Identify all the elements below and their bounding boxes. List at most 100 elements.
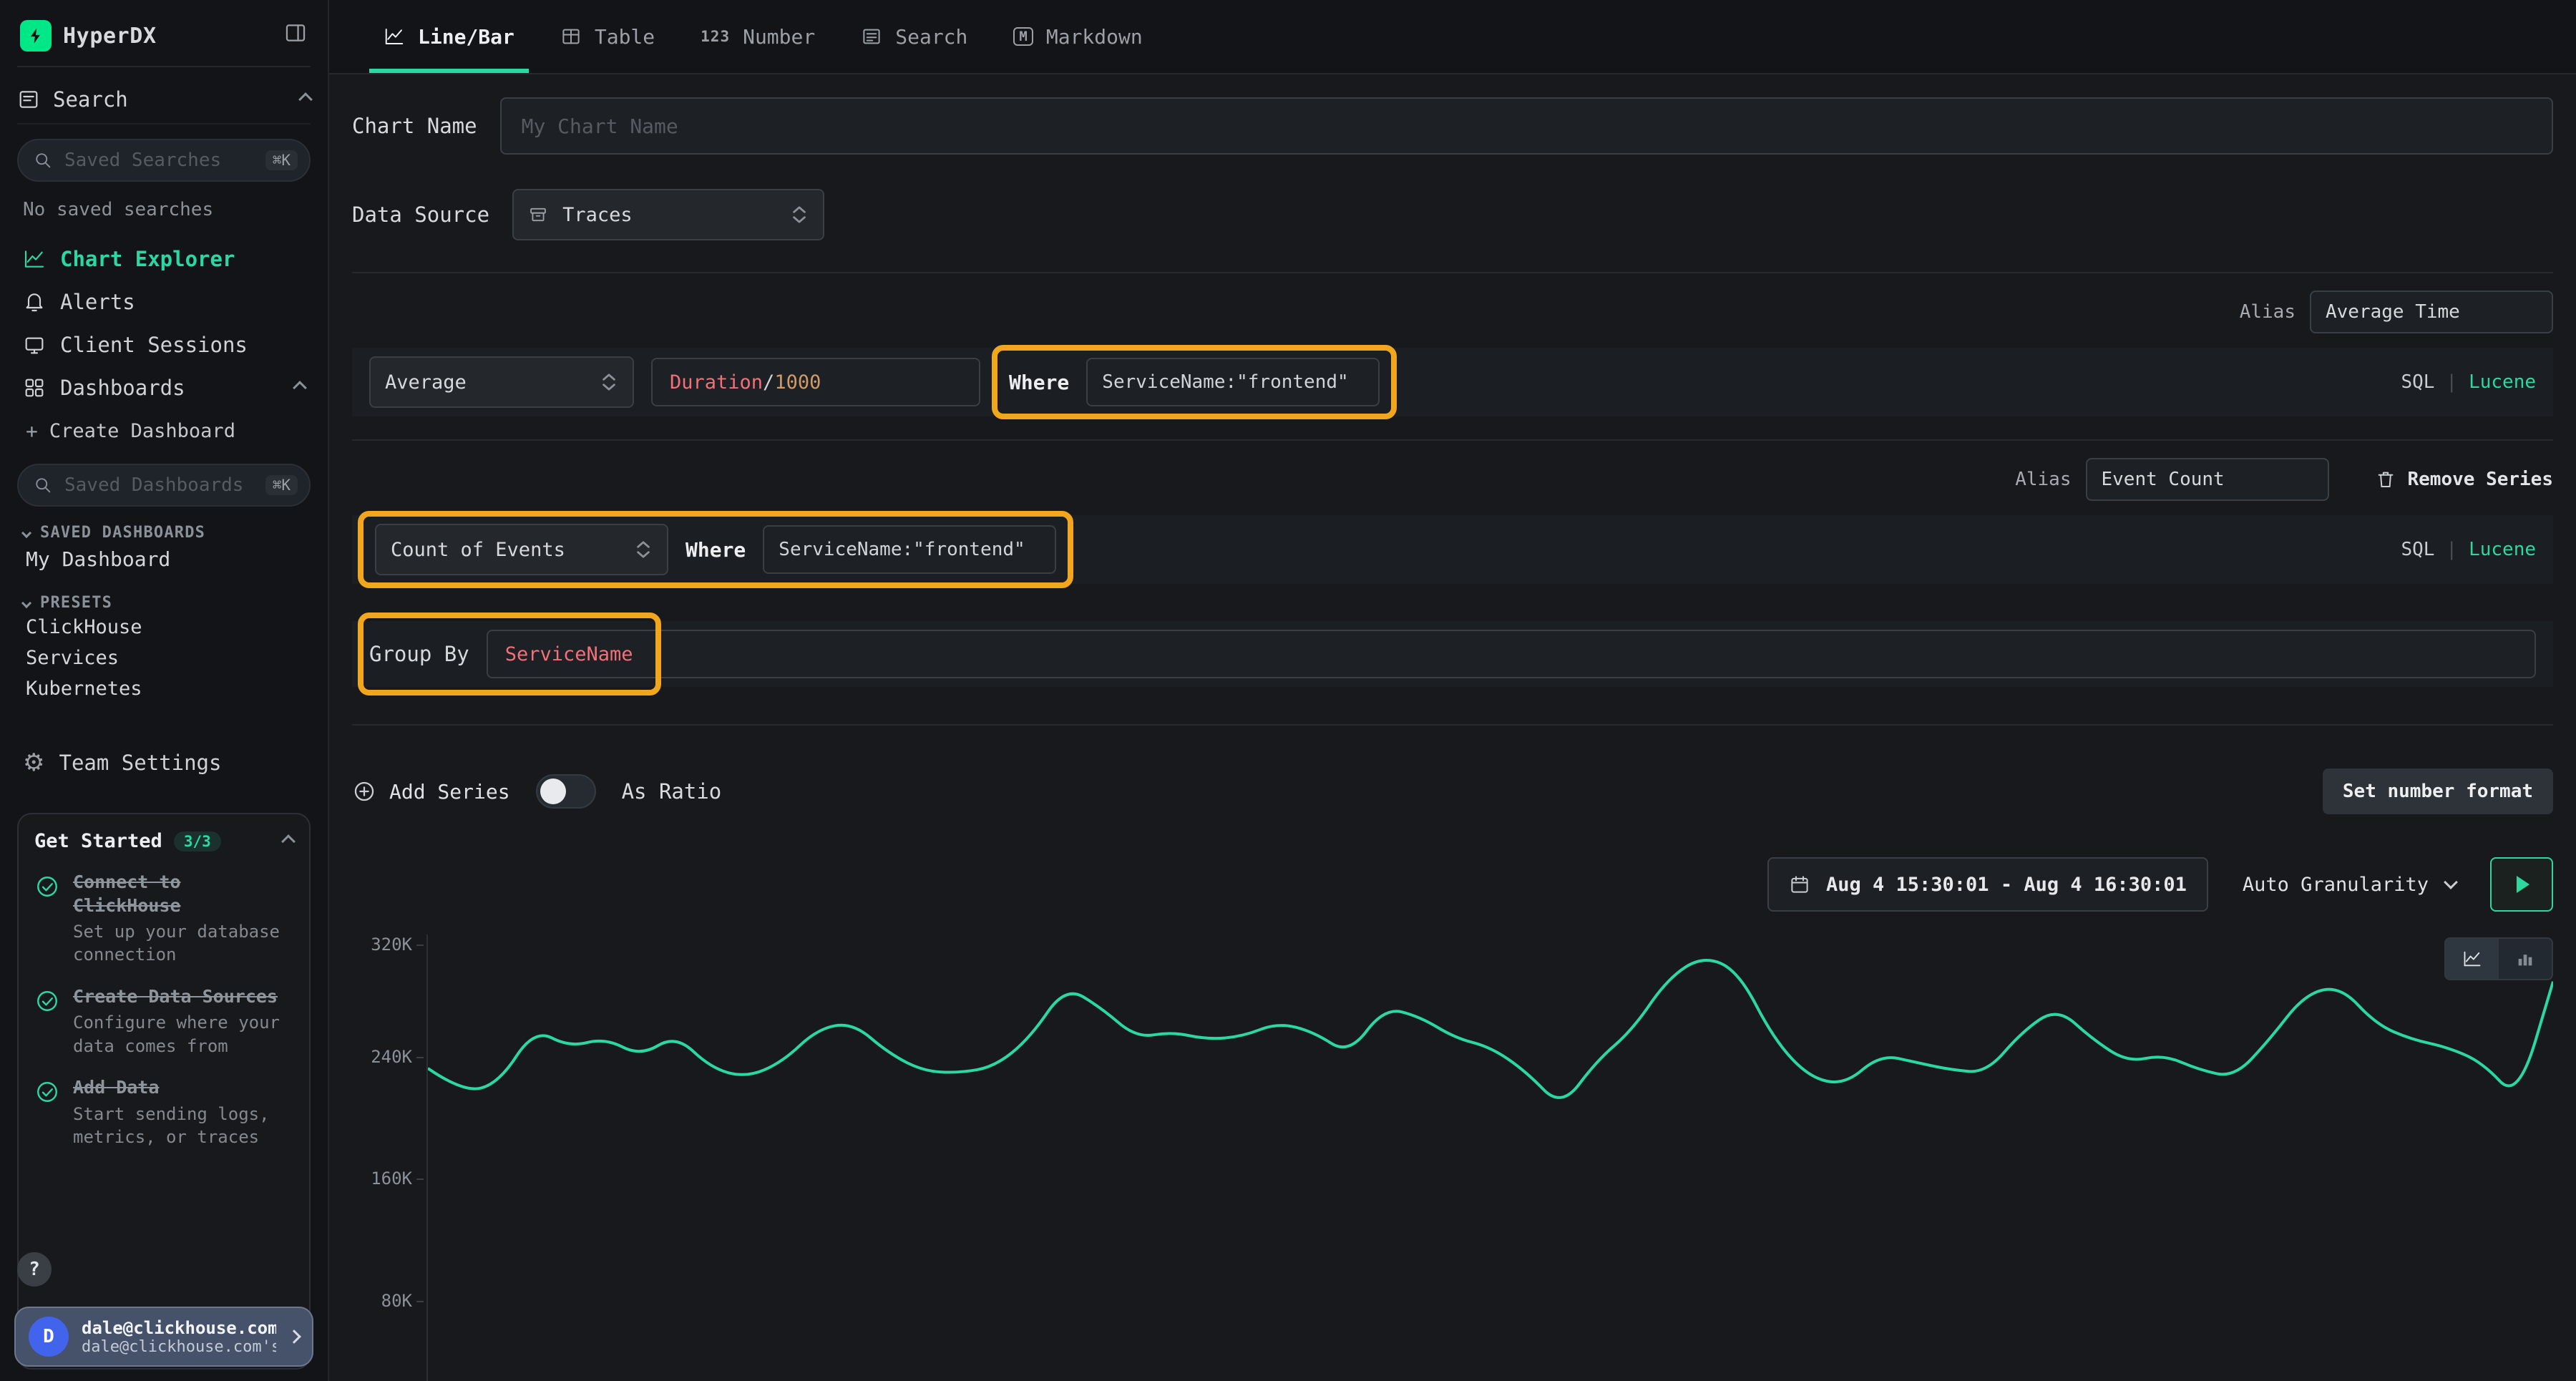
shortcut-badge: ⌘K (265, 150, 298, 170)
sidebar-item-client-sessions[interactable]: Client Sessions (17, 323, 311, 366)
data-source-select[interactable]: Traces (512, 189, 824, 240)
series2-alias-input[interactable] (2086, 458, 2329, 501)
chevron-right-icon (287, 1329, 301, 1344)
bar-chart-icon (2515, 949, 2535, 969)
divider (352, 272, 2553, 273)
preset-link-clickhouse[interactable]: ClickHouse (17, 612, 311, 643)
saved-searches-input[interactable] (64, 150, 254, 171)
chart-name-input[interactable] (500, 97, 2553, 155)
preset-link-kubernetes[interactable]: Kubernetes (17, 673, 311, 704)
dashboard-link-my-dashboard[interactable]: My Dashboard (17, 542, 311, 577)
avatar: D (29, 1317, 69, 1357)
play-icon (2517, 876, 2529, 893)
tab-markdown[interactable]: M Markdown (990, 0, 1165, 73)
chevron-up-icon[interactable] (281, 834, 296, 849)
chart-type-tabbar: Line/Bar Table 123 Number Search M Markd… (329, 0, 2576, 74)
y-tick: 320K (371, 935, 412, 955)
saved-dashboards-pill[interactable]: ⌘K (17, 464, 311, 507)
series1-where-input[interactable] (1086, 358, 1380, 406)
preset-link-services[interactable]: Services (17, 643, 311, 673)
plus-icon: + (26, 419, 38, 443)
y-tick: 240K (371, 1047, 412, 1067)
alias-label: Alias (2240, 301, 2296, 323)
check-circle-icon (34, 1079, 60, 1105)
set-number-format-button[interactable]: Set number format (2323, 768, 2553, 814)
line-chart-icon (2462, 949, 2482, 969)
divider (352, 724, 2553, 726)
remove-series-button[interactable]: Remove Series (2375, 469, 2554, 490)
user-org: dale@clickhouse.com's (82, 1338, 276, 1356)
series2-aggregation-select[interactable]: Count of Events (375, 524, 668, 575)
user-menu[interactable]: D dale@clickhouse.com dale@clickhouse.co… (14, 1307, 313, 1367)
as-ratio-toggle[interactable] (536, 774, 596, 809)
series1-language-toggle[interactable]: SQL | Lucene (2401, 371, 2536, 393)
hyperdx-app: HyperDX Search ⌘K No saved searches Char… (0, 0, 2576, 1381)
chevron-down-icon (21, 597, 31, 607)
bar-mode-button[interactable] (2499, 939, 2552, 979)
saved-dashboards-input[interactable] (64, 474, 254, 496)
magnifier-icon (33, 150, 53, 170)
saved-searches-pill[interactable]: ⌘K (17, 139, 311, 182)
markdown-icon: M (1013, 27, 1033, 46)
series2-language-toggle[interactable]: SQL | Lucene (2401, 539, 2536, 560)
group-by-row: Group By ServiceName (352, 621, 2553, 687)
list-icon (861, 26, 882, 47)
add-series-button[interactable]: Add Series (352, 779, 510, 804)
app-title: HyperDX (63, 24, 157, 49)
chart-area: 320K 240K 160K 80K 0 Aug 4 3:30:00 PM 3:… (352, 935, 2553, 1381)
group-by-label: Group By (369, 642, 469, 666)
hyperdx-logo-icon (20, 20, 52, 52)
dashboards-grid-icon (23, 376, 46, 399)
presets-section-header[interactable]: PRESETS (17, 594, 311, 612)
no-saved-searches-text: No saved searches (23, 199, 308, 220)
get-started-item[interactable]: Add Data Start sending logs, metrics, or… (34, 1076, 293, 1148)
time-range-picker[interactable]: Aug 4 15:30:01 - Aug 4 16:30:01 (1767, 857, 2208, 912)
line-chart-icon (384, 26, 405, 47)
as-ratio-label: As Ratio (622, 779, 722, 804)
tab-line-bar[interactable]: Line/Bar (361, 0, 537, 73)
stepper-icon (600, 371, 618, 393)
monitor-icon (23, 333, 46, 356)
tab-number[interactable]: 123 Number (678, 0, 838, 73)
shortcut-badge: ⌘K (265, 475, 298, 495)
saved-dashboards-section-header[interactable]: SAVED DASHBOARDS (17, 524, 311, 542)
divider (352, 439, 2553, 441)
sidebar-item-alerts[interactable]: Alerts (17, 280, 311, 323)
search-section-header[interactable]: Search (17, 76, 311, 125)
where-label: Where (1009, 371, 1069, 394)
group-by-input[interactable]: ServiceName (487, 630, 2536, 678)
y-tick: 160K (371, 1168, 412, 1189)
collapse-sidebar-icon[interactable] (283, 21, 308, 51)
series1-aggregation-select[interactable]: Average (369, 356, 634, 408)
run-query-button[interactable] (2490, 857, 2553, 912)
line-chart-plot[interactable] (426, 935, 2553, 1381)
chevron-up-icon (293, 381, 307, 395)
calendar-icon (1789, 874, 1810, 895)
line-mode-button[interactable] (2446, 939, 2499, 979)
search-section-icon (17, 88, 40, 111)
series2-where-input[interactable] (763, 525, 1056, 574)
sidebar-item-team-settings[interactable]: ⚙ Team Settings (17, 741, 311, 784)
create-dashboard-button[interactable]: + Create Dashboard (17, 412, 311, 449)
series1-row: Average Duration/1000 Where SQL | Lucene (352, 348, 2553, 416)
user-email: dale@clickhouse.com (82, 1318, 276, 1338)
get-started-item[interactable]: Connect to ClickHouse Set up your databa… (34, 871, 293, 967)
get-started-item[interactable]: Create Data Sources Configure where your… (34, 985, 293, 1058)
chart-svg (428, 935, 2553, 1381)
get-started-title: Get Started (34, 830, 162, 852)
help-button[interactable]: ? (17, 1252, 52, 1287)
series1-field-input[interactable]: Duration/1000 (651, 358, 980, 406)
tab-table[interactable]: Table (537, 0, 678, 73)
y-tick: 80K (381, 1291, 412, 1311)
annotation-highlight-where-1: Where (992, 345, 1397, 419)
y-axis: 320K 240K 160K 80K 0 (352, 935, 426, 1381)
chevron-down-icon (21, 527, 31, 537)
series1-alias-input[interactable] (2310, 291, 2553, 333)
check-circle-icon (34, 988, 60, 1014)
screen: HyperDX Search ⌘K No saved searches Char… (0, 0, 2576, 1381)
tab-search[interactable]: Search (838, 0, 990, 73)
magnifier-icon (33, 475, 53, 495)
sidebar-item-chart-explorer[interactable]: Chart Explorer (17, 238, 311, 280)
sidebar-item-dashboards[interactable]: Dashboards (17, 366, 311, 409)
granularity-select[interactable]: Auto Granularity (2231, 857, 2467, 912)
